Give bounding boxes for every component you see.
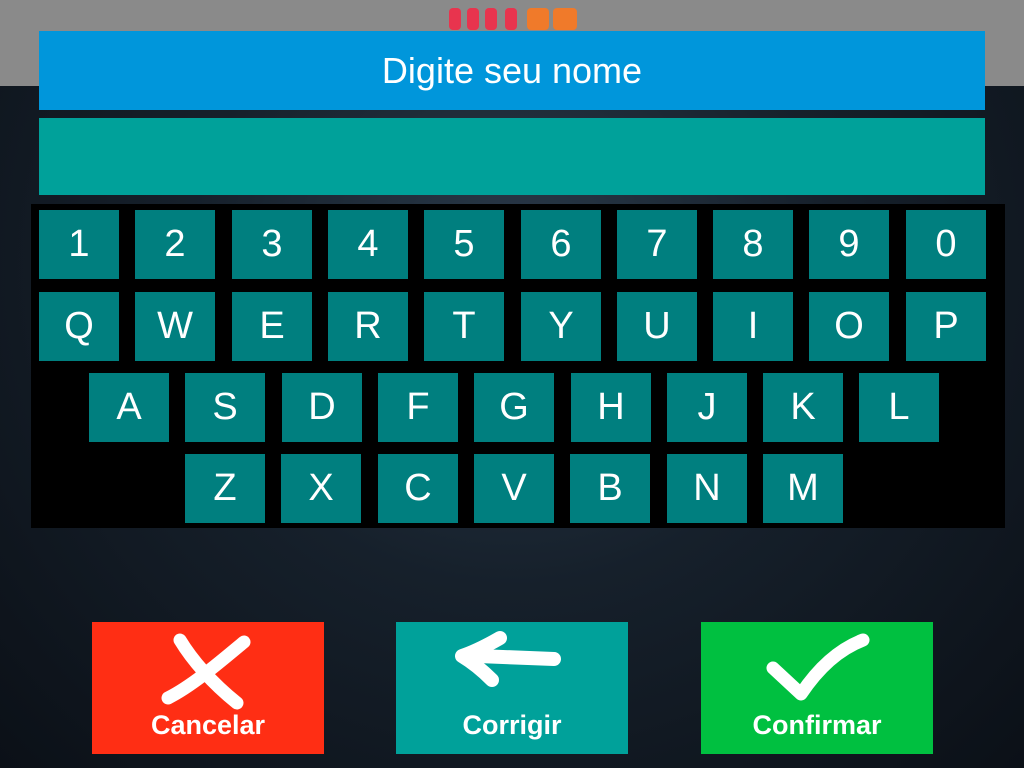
key-p[interactable]: P bbox=[906, 292, 986, 361]
checkmark-icon bbox=[766, 633, 870, 701]
key-q[interactable]: Q bbox=[39, 292, 119, 361]
key-a[interactable]: A bbox=[89, 373, 169, 442]
correct-label: Corrigir bbox=[462, 710, 562, 740]
key-2[interactable]: 2 bbox=[135, 210, 215, 279]
key-g[interactable]: G bbox=[474, 373, 554, 442]
key-x[interactable]: X bbox=[281, 454, 361, 523]
key-8[interactable]: 8 bbox=[713, 210, 793, 279]
key-v[interactable]: V bbox=[474, 454, 554, 523]
name-input[interactable] bbox=[39, 118, 985, 195]
key-k[interactable]: K bbox=[763, 373, 843, 442]
arrow-left-icon bbox=[455, 631, 561, 687]
confirm-label: Confirmar bbox=[752, 710, 882, 740]
key-z[interactable]: Z bbox=[185, 454, 265, 523]
key-o[interactable]: O bbox=[809, 292, 889, 361]
key-0[interactable]: 0 bbox=[906, 210, 986, 279]
key-c[interactable]: C bbox=[378, 454, 458, 523]
key-w[interactable]: W bbox=[135, 292, 215, 361]
key-6[interactable]: 6 bbox=[521, 210, 601, 279]
key-4[interactable]: 4 bbox=[328, 210, 408, 279]
key-b[interactable]: B bbox=[570, 454, 650, 523]
x-icon bbox=[161, 633, 251, 710]
key-e[interactable]: E bbox=[232, 292, 312, 361]
key-5[interactable]: 5 bbox=[424, 210, 504, 279]
key-1[interactable]: 1 bbox=[39, 210, 119, 279]
key-i[interactable]: I bbox=[713, 292, 793, 361]
cancel-button[interactable]: Cancelar bbox=[92, 622, 324, 754]
key-j[interactable]: J bbox=[667, 373, 747, 442]
key-9[interactable]: 9 bbox=[809, 210, 889, 279]
key-7[interactable]: 7 bbox=[617, 210, 697, 279]
key-3[interactable]: 3 bbox=[232, 210, 312, 279]
logo bbox=[445, 6, 580, 32]
key-l[interactable]: L bbox=[859, 373, 939, 442]
key-h[interactable]: H bbox=[571, 373, 651, 442]
key-y[interactable]: Y bbox=[521, 292, 601, 361]
key-r[interactable]: R bbox=[328, 292, 408, 361]
key-f[interactable]: F bbox=[378, 373, 458, 442]
virtual-keyboard: 1234567890 QWERTYUIOP ASDFGHJKL ZXCVBNM bbox=[31, 204, 1005, 528]
correct-button[interactable]: Corrigir bbox=[396, 622, 628, 754]
key-u[interactable]: U bbox=[617, 292, 697, 361]
cancel-label: Cancelar bbox=[150, 710, 266, 740]
page-title: Digite seu nome bbox=[39, 31, 985, 110]
key-t[interactable]: T bbox=[424, 292, 504, 361]
key-s[interactable]: S bbox=[185, 373, 265, 442]
key-m[interactable]: M bbox=[763, 454, 843, 523]
confirm-button[interactable]: Confirmar bbox=[701, 622, 933, 754]
key-d[interactable]: D bbox=[282, 373, 362, 442]
key-n[interactable]: N bbox=[667, 454, 747, 523]
